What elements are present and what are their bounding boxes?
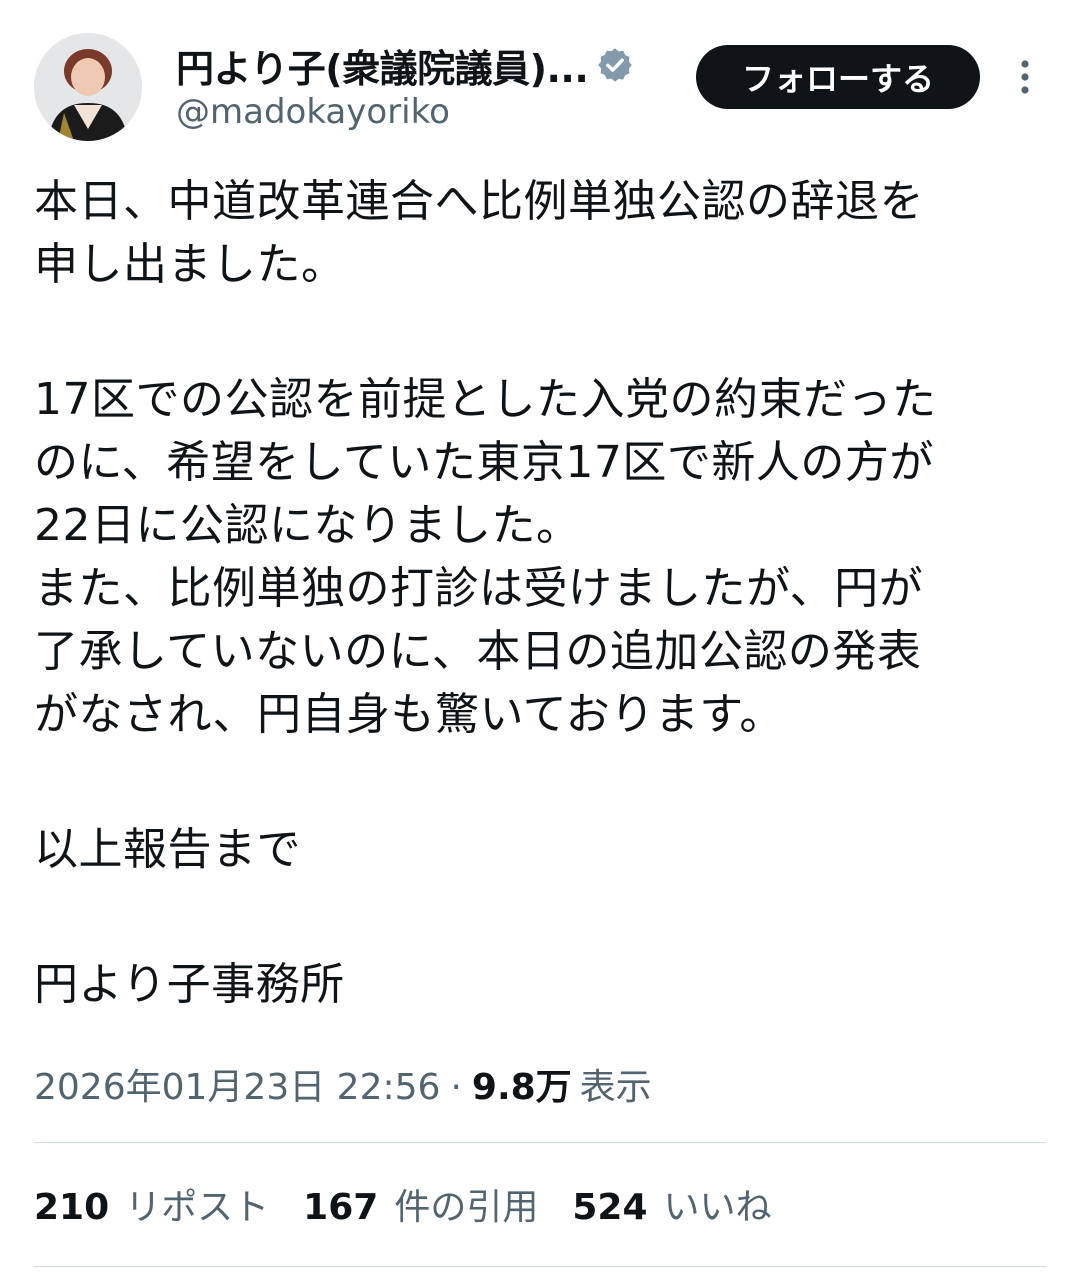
- likes-stat[interactable]: 524 いいね: [572, 1178, 771, 1230]
- engagement-stats: 210 リポスト 167 件の引用 524 いいね: [34, 1178, 806, 1230]
- author-name-row[interactable]: 円より子(衆議院議員)...: [176, 38, 634, 93]
- meta-separator: ·: [450, 1067, 462, 1108]
- reposts-label: リポスト: [125, 1187, 270, 1228]
- divider: [34, 1266, 1046, 1267]
- post-paragraph: 円より子事務所: [34, 959, 345, 1010]
- author-handle[interactable]: @madokayoriko: [176, 92, 450, 132]
- post-paragraph: 本日、中道改革連合へ比例単独公認の辞退を 申し出ました。: [34, 176, 924, 290]
- avatar-image: [34, 33, 142, 141]
- likes-count: 524: [572, 1187, 648, 1228]
- quotes-count: 167: [303, 1187, 379, 1228]
- follow-button[interactable]: フォローする: [696, 45, 980, 109]
- post-paragraph: 17区での公認を前提とした入党の約束だった のに、希望をしていた東京17区で新人…: [34, 374, 937, 740]
- views-count: 9.8万: [471, 1067, 572, 1108]
- likes-label: いいね: [663, 1187, 772, 1228]
- post-timestamp[interactable]: 2026年01月23日 22:56: [34, 1058, 440, 1110]
- verified-badge-icon: [596, 46, 634, 84]
- divider: [34, 1142, 1046, 1143]
- post-text: 本日、中道改革連合へ比例単独公認の辞退を 申し出ました。 17区での公認を前提と…: [34, 170, 1046, 1016]
- avatar[interactable]: [34, 33, 142, 141]
- reposts-stat[interactable]: 210 リポスト: [34, 1178, 269, 1230]
- quotes-stat[interactable]: 167 件の引用: [303, 1178, 538, 1230]
- post-header: 円より子(衆議院議員)... @madokayoriko フォローする: [0, 0, 1080, 150]
- views-label: 表示: [579, 1067, 652, 1108]
- author-display-name[interactable]: 円より子(衆議院議員)...: [176, 38, 589, 93]
- post-paragraph: 以上報告まで: [34, 824, 301, 875]
- quotes-label: 件の引用: [394, 1187, 539, 1228]
- post-meta: 2026年01月23日 22:56 · 9.8万 表示: [34, 1058, 652, 1110]
- more-vertical-icon[interactable]: [1010, 52, 1040, 102]
- reposts-count: 210: [34, 1187, 110, 1228]
